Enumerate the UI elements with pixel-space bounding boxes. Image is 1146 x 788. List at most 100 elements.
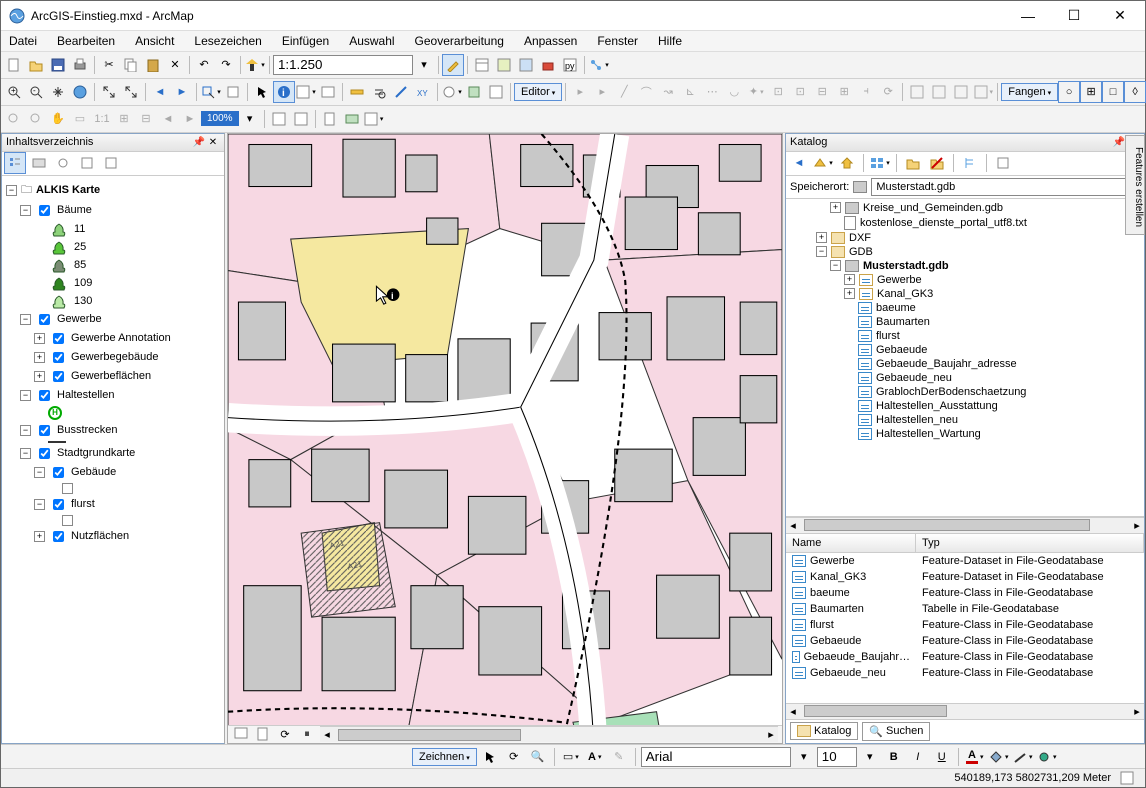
- font-combobox[interactable]: [641, 747, 791, 767]
- font-size-combobox[interactable]: [817, 747, 857, 767]
- focus-data-frame-icon[interactable]: [290, 108, 312, 130]
- busstrecken-checkbox[interactable]: [39, 425, 50, 436]
- table-row[interactable]: Gebaeude_neuFeature-Class in File-Geodat…: [786, 665, 1144, 681]
- italic-icon[interactable]: I: [907, 746, 929, 768]
- time-slider-icon[interactable]: [441, 81, 463, 103]
- table-of-contents-icon[interactable]: [471, 54, 493, 76]
- tree-item[interactable]: Haltestellen_Wartung: [876, 428, 981, 440]
- arctoolbox-icon[interactable]: [537, 54, 559, 76]
- right-angle-icon[interactable]: ⊾: [679, 81, 701, 103]
- layout-pan-icon[interactable]: ✋: [47, 108, 69, 130]
- zoom-in-icon[interactable]: +: [3, 81, 25, 103]
- editor-dropdown[interactable]: Editor: [514, 83, 562, 101]
- edit-annotation-icon[interactable]: ▸: [591, 81, 613, 103]
- point-icon[interactable]: ⊡: [767, 81, 789, 103]
- refresh-icon[interactable]: ⟳: [276, 727, 294, 741]
- menu-lesezeichen[interactable]: Lesezeichen: [191, 32, 264, 50]
- katalog-disconnect-icon[interactable]: [926, 152, 948, 174]
- scroll-left-icon[interactable]: ◂: [320, 728, 334, 741]
- redo-icon[interactable]: ↷: [215, 54, 237, 76]
- katalog-options-icon[interactable]: [992, 152, 1014, 174]
- tree-txt[interactable]: kostenlose_dienste_portal_utf8.txt: [860, 217, 1027, 229]
- katalog-tree-hscroll[interactable]: ◂▸: [786, 517, 1144, 533]
- pan-icon[interactable]: [47, 81, 69, 103]
- table-row[interactable]: Kanal_GK3Feature-Dataset in File-Geodata…: [786, 569, 1144, 585]
- sublayer-label[interactable]: Gewerbeflächen: [71, 370, 151, 382]
- tree-kreise[interactable]: Kreise_und_Gemeinden.gdb: [863, 202, 1003, 214]
- tree-musterstadt[interactable]: Musterstadt.gdb: [863, 260, 949, 272]
- toggle-draft-icon[interactable]: [268, 108, 290, 130]
- zoom-percent-dropdown[interactable]: ▾: [239, 108, 261, 130]
- zoom-out-icon[interactable]: -: [25, 81, 47, 103]
- menu-einfuegen[interactable]: Einfügen: [279, 32, 332, 50]
- cut-polygons-icon[interactable]: ⊞: [833, 81, 855, 103]
- snap-vertex-icon[interactable]: □: [1102, 81, 1124, 103]
- toc-tree[interactable]: −🗀ALKIS Karte −Bäume 112585109130 −Gewer…: [2, 176, 224, 743]
- list-by-drawing-order-icon[interactable]: [4, 152, 26, 174]
- layout-fixed-zoom-out-icon[interactable]: ⊟: [135, 108, 157, 130]
- location-input[interactable]: [871, 178, 1130, 196]
- layer-baeume[interactable]: Bäume: [57, 204, 92, 216]
- split-icon[interactable]: ⫞: [855, 81, 877, 103]
- expand-dxf-icon[interactable]: +: [816, 232, 827, 243]
- baeume-checkbox[interactable]: [39, 205, 50, 216]
- cut-icon[interactable]: ✂: [98, 54, 120, 76]
- new-icon[interactable]: [3, 54, 25, 76]
- snap-point-icon[interactable]: ○: [1058, 81, 1080, 103]
- scale-combobox[interactable]: [273, 55, 413, 75]
- close-button[interactable]: ✕: [1097, 1, 1143, 31]
- tree-dxf[interactable]: DXF: [849, 232, 871, 244]
- go-to-xy-icon[interactable]: XY: [412, 81, 434, 103]
- tree-item[interactable]: Kanal_GK3: [877, 288, 933, 300]
- distance-direction-icon[interactable]: ✦: [745, 81, 767, 103]
- maximize-button[interactable]: ☐: [1051, 1, 1097, 31]
- editor-toolbar-icon[interactable]: [442, 54, 464, 76]
- menu-auswahl[interactable]: Auswahl: [346, 32, 397, 50]
- snap-edge-icon[interactable]: ◊: [1124, 81, 1146, 103]
- fill-color-icon[interactable]: [988, 746, 1010, 768]
- expand-icon[interactable]: +: [34, 333, 45, 344]
- expand-icon[interactable]: +: [844, 288, 855, 299]
- rectangle-tool-icon[interactable]: ▭: [560, 746, 582, 768]
- menu-bearbeiten[interactable]: Bearbeiten: [54, 32, 118, 50]
- toc-root[interactable]: ALKIS Karte: [36, 184, 100, 196]
- sublayer-checkbox[interactable]: [53, 352, 64, 363]
- catalog-window-icon[interactable]: [493, 54, 515, 76]
- status-units-icon[interactable]: [1119, 770, 1135, 786]
- attributes-icon[interactable]: [906, 81, 928, 103]
- select-element-icon[interactable]: [479, 746, 501, 768]
- sublayer-checkbox[interactable]: [53, 467, 64, 478]
- sublayer-checkbox[interactable]: [53, 371, 64, 382]
- underline-icon[interactable]: U: [931, 746, 953, 768]
- layout-forward-icon[interactable]: ►: [179, 108, 201, 130]
- text-tool-icon[interactable]: A: [584, 746, 606, 768]
- table-row[interactable]: flurstFeature-Class in File-Geodatabase: [786, 617, 1144, 633]
- list-by-visibility-icon[interactable]: [52, 152, 74, 174]
- menu-anpassen[interactable]: Anpassen: [521, 32, 580, 50]
- collapse-baeume-icon[interactable]: −: [20, 205, 31, 216]
- stadtgrundkarte-checkbox[interactable]: [39, 448, 50, 459]
- menu-fenster[interactable]: Fenster: [594, 32, 641, 50]
- zoom-element-icon[interactable]: 🔍: [527, 746, 549, 768]
- find-route-icon[interactable]: [390, 81, 412, 103]
- tree-gdb-folder[interactable]: GDB: [849, 246, 873, 258]
- viewer-window-icon[interactable]: [485, 81, 507, 103]
- layout-100-icon[interactable]: 1:1: [91, 108, 113, 130]
- collapse-haltestellen-icon[interactable]: −: [20, 390, 31, 401]
- haltestellen-checkbox[interactable]: [39, 390, 50, 401]
- sublayer-checkbox[interactable]: [53, 499, 64, 510]
- katalog-toggle-icon[interactable]: [869, 152, 891, 174]
- search-window-icon[interactable]: [515, 54, 537, 76]
- bold-icon[interactable]: B: [883, 746, 905, 768]
- layout-zoom-in-icon[interactable]: [3, 108, 25, 130]
- tree-item[interactable]: baeume: [876, 302, 916, 314]
- layer-gewerbe[interactable]: Gewerbe: [57, 313, 102, 325]
- scale-dropdown-icon[interactable]: ▾: [413, 54, 435, 76]
- katalog-home-icon[interactable]: [836, 152, 858, 174]
- tab-suchen[interactable]: 🔍Suchen: [862, 722, 930, 741]
- fixed-zoom-in-icon[interactable]: [98, 81, 120, 103]
- collapse-gdb-icon[interactable]: −: [816, 246, 827, 257]
- katalog-tree[interactable]: + Kreise_und_Gemeinden.gdb kostenlose_die…: [786, 199, 1144, 517]
- size-dropdown-icon[interactable]: ▾: [859, 746, 881, 768]
- list-by-source-icon[interactable]: [28, 152, 50, 174]
